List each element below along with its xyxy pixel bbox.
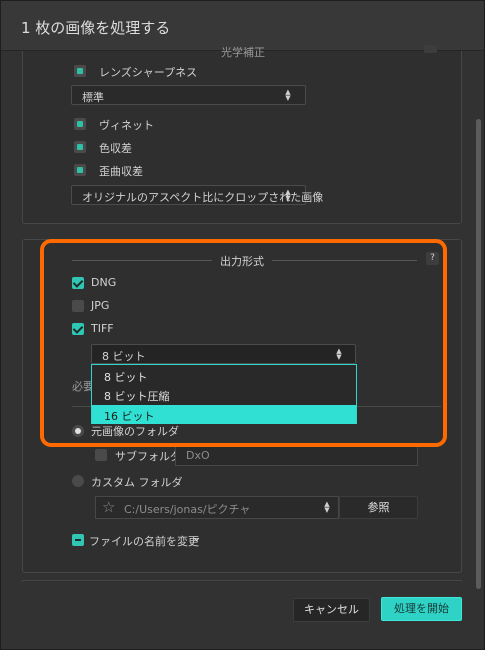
optics-header: 光学補正 [221,46,265,59]
vignette-label: ヴィネット [99,119,154,132]
updown-icon: ▲ ▼ [285,188,291,202]
optics-panel: 光学補正 レンズシャープネス 標準 ▲ ▼ ヴィネット 色収差 歪曲収差 オリジナ… [22,45,462,224]
highlight-box [40,239,447,447]
lens-sharpness-label: レンズシャープネス [99,66,198,79]
updown-icon: ▲ ▼ [285,88,291,102]
chromatic-aberration-checkbox[interactable] [74,141,86,153]
sharpness-select[interactable]: 標準 ▲ ▼ [71,85,306,105]
favorite-star-icon[interactable]: ☆ [102,498,115,516]
optics-help-icon[interactable] [424,45,437,53]
path-stepper-icon[interactable]: ▲ ▼ [323,501,331,514]
next-panel-edge [22,580,462,582]
lens-sharpness-checkbox[interactable] [74,65,86,77]
custom-folder-label: カスタム フォルダ [91,476,183,489]
subfolder-label: サブフォルダ [115,450,181,463]
rename-label: ファイルの名前を変更 [89,535,199,548]
process-dialog: 1 枚の画像を処理する 光学補正 レンズシャープネス 標準 ▲ ▼ ヴィネット 色… [0,0,485,650]
cancel-button[interactable]: キャンセル [293,598,370,622]
chevron-down-icon[interactable]: ⌄ [191,530,202,545]
crop-select[interactable]: オリジナルのアスペクト比にクロップされた画像 ▲ ▼ [71,185,323,205]
scrollbar[interactable] [474,51,481,589]
subfolder-input[interactable]: DxO [175,444,418,466]
vignette-checkbox[interactable] [74,118,86,130]
distortion-label: 歪曲収差 [99,165,143,178]
custom-folder-radio[interactable] [72,475,84,487]
rename-checkbox[interactable] [72,534,84,546]
chromatic-aberration-label: 色収差 [99,142,132,155]
distortion-checkbox[interactable] [74,164,86,176]
start-processing-button[interactable]: 処理を開始 [381,597,462,621]
custom-path-input[interactable]: C:/Users/jonas/ピクチャ [95,496,339,519]
subfolder-checkbox[interactable] [95,449,107,461]
browse-button[interactable]: 参照 [339,496,418,519]
scrollbar-thumb[interactable] [476,119,481,589]
sharpness-select-value: 標準 [82,91,104,104]
dialog-title: 1 枚の画像を処理する [21,19,171,37]
custom-path-value: C:/Users/jonas/ピクチャ [124,503,251,516]
